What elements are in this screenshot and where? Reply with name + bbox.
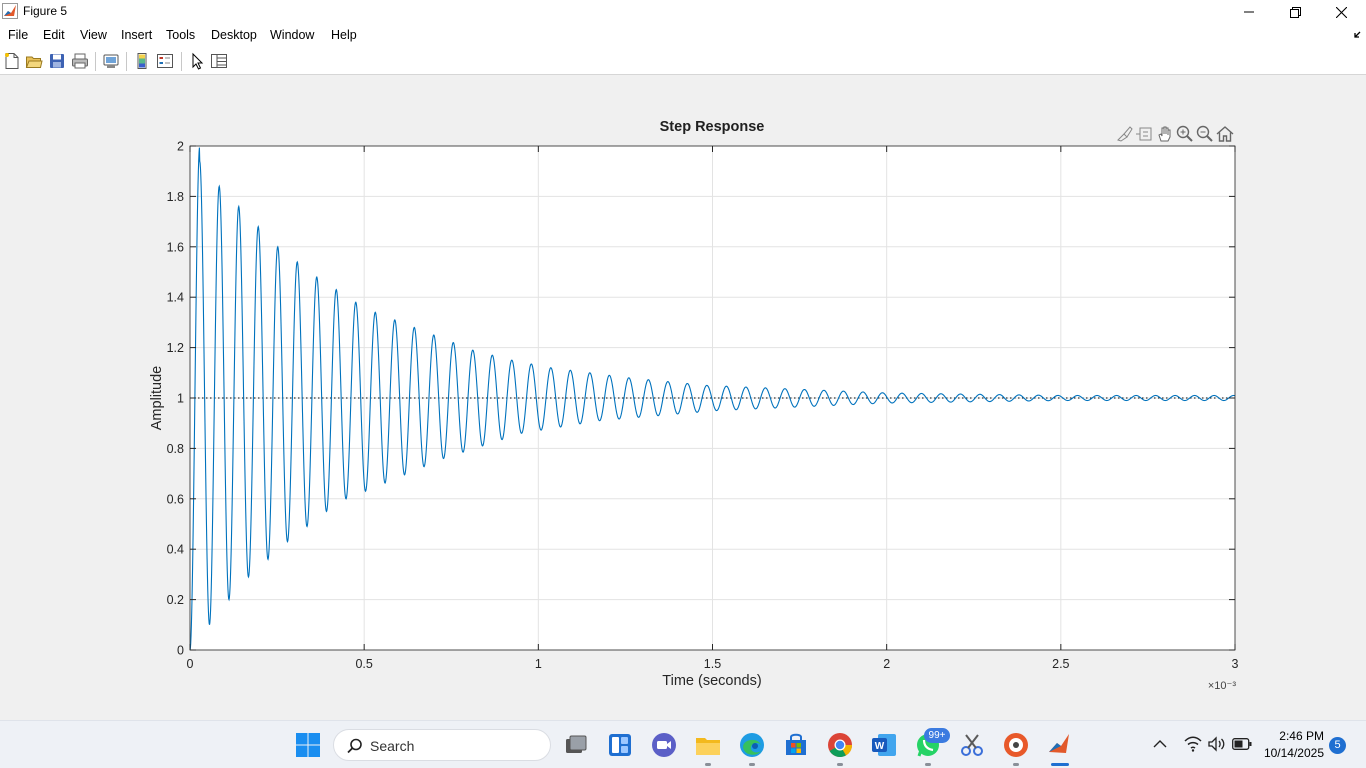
chart-title: Step Response <box>660 119 765 135</box>
widgets-icon[interactable] <box>606 731 634 759</box>
matlab-icon[interactable] <box>1046 731 1074 759</box>
legend-icon[interactable] <box>156 52 174 70</box>
menu-file[interactable]: File <box>8 28 28 42</box>
minimize-icon <box>1244 11 1254 13</box>
close-button[interactable] <box>1318 0 1364 24</box>
edit-plot-icon[interactable] <box>188 52 206 70</box>
media-player-icon[interactable] <box>1002 731 1030 759</box>
menu-bar: File Edit View Insert Tools Desktop Wind… <box>0 24 1366 48</box>
menu-window[interactable]: Window <box>270 28 314 42</box>
menu-view[interactable]: View <box>80 28 107 42</box>
brush-icon[interactable] <box>1115 124 1135 144</box>
snipping-tool-icon[interactable] <box>958 731 986 759</box>
chevron-up-icon[interactable] <box>1153 739 1167 749</box>
y-tick-label: 0.4 <box>167 543 184 557</box>
battery-icon[interactable] <box>1232 738 1252 750</box>
new-figure-icon[interactable] <box>3 52 21 70</box>
teams-meet-icon[interactable] <box>650 731 678 759</box>
y-axis-label: Amplitude <box>149 366 165 430</box>
maximize-icon <box>1289 6 1301 18</box>
y-tick-label: 1 <box>177 392 184 406</box>
y-tick-label: 0.8 <box>167 442 184 456</box>
search-label: Search <box>370 738 415 754</box>
wifi-icon[interactable] <box>1184 736 1202 752</box>
toolbar-separator <box>181 52 182 71</box>
clock-time[interactable]: 2:46 PM <box>1262 729 1324 743</box>
y-tick-label: 1.8 <box>167 190 184 204</box>
running-indicator <box>1013 763 1019 766</box>
zoom-in-icon[interactable] <box>1175 124 1195 144</box>
chrome-icon[interactable] <box>826 731 854 759</box>
matlab-icon <box>2 3 18 19</box>
toolbar-separator <box>126 52 127 71</box>
y-tick-label: 1.6 <box>167 240 184 254</box>
active-app-indicator <box>1051 763 1069 766</box>
menu-insert[interactable]: Insert <box>121 28 152 42</box>
running-indicator <box>925 763 931 766</box>
x-exponent-label: ×10⁻³ <box>1208 680 1236 692</box>
property-inspector-icon[interactable] <box>210 52 228 70</box>
taskbar: Search W 99+ 2:46 PM 10/14/2025 5 <box>0 720 1366 768</box>
x-tick-label: 2 <box>883 657 890 671</box>
x-tick-label: 1 <box>535 657 542 671</box>
menu-tools[interactable]: Tools <box>166 28 195 42</box>
window-title: Figure 5 <box>23 4 68 18</box>
running-indicator <box>705 763 711 766</box>
notification-badge[interactable]: 5 <box>1329 737 1346 754</box>
clock-date[interactable]: 10/14/2025 <box>1262 746 1324 760</box>
y-tick-label: 1.4 <box>167 291 184 305</box>
close-icon <box>1335 6 1347 18</box>
link-plot-icon[interactable] <box>102 52 120 70</box>
open-file-icon[interactable] <box>25 52 43 70</box>
pan-icon[interactable] <box>1155 124 1175 144</box>
svg-text:W: W <box>875 741 885 752</box>
task-view-icon[interactable] <box>562 731 590 759</box>
x-tick-label: 2.5 <box>1052 657 1069 671</box>
dock-arrow-icon[interactable] <box>1352 30 1362 40</box>
minimize-button[interactable] <box>1226 0 1272 24</box>
word-icon[interactable]: W <box>870 731 898 759</box>
menu-help[interactable]: Help <box>331 28 357 42</box>
y-tick-label: 0.6 <box>167 492 184 506</box>
zoom-out-icon[interactable] <box>1195 124 1215 144</box>
edge-icon[interactable] <box>738 731 766 759</box>
running-indicator <box>837 763 843 766</box>
save-icon[interactable] <box>48 52 66 70</box>
y-tick-label: 0.2 <box>167 593 184 607</box>
x-tick-label: 1.5 <box>704 657 721 671</box>
y-tick-label: 1.2 <box>167 341 184 355</box>
datatip-icon[interactable] <box>1135 124 1155 144</box>
toolbar-separator <box>95 52 96 71</box>
maximize-button[interactable] <box>1272 0 1318 24</box>
x-axis-label: Time (seconds) <box>662 673 761 689</box>
step-response-plot[interactable]: 0 0.5 1 1.5 2 2.5 3 0 0.2 0.4 0.6 0.8 1 1.2 1.4 1.6 1.8 2… <box>0 76 1366 720</box>
x-tick-label: 0 <box>187 657 194 671</box>
title-bar: Figure 5 <box>0 0 1366 24</box>
running-indicator <box>749 763 755 766</box>
volume-icon[interactable] <box>1208 736 1226 752</box>
file-explorer-icon[interactable] <box>694 731 722 759</box>
windows-start-icon[interactable] <box>294 731 322 759</box>
taskbar-search-box[interactable]: Search <box>333 729 551 761</box>
figure-toolbar <box>0 48 1366 75</box>
home-icon[interactable] <box>1215 124 1235 144</box>
y-tick-label: 2 <box>177 140 184 154</box>
y-tick-label: 0 <box>177 644 184 658</box>
x-tick-label: 3 <box>1232 657 1239 671</box>
axes-toolbar <box>1115 124 1237 144</box>
x-tick-label: 0.5 <box>355 657 372 671</box>
menu-desktop[interactable]: Desktop <box>211 28 257 42</box>
colorbar-icon[interactable] <box>133 52 151 70</box>
menu-edit[interactable]: Edit <box>43 28 65 42</box>
microsoft-store-icon[interactable] <box>782 731 810 759</box>
search-icon <box>347 738 362 754</box>
print-icon[interactable] <box>71 52 89 70</box>
whatsapp-badge: 99+ <box>924 728 950 743</box>
